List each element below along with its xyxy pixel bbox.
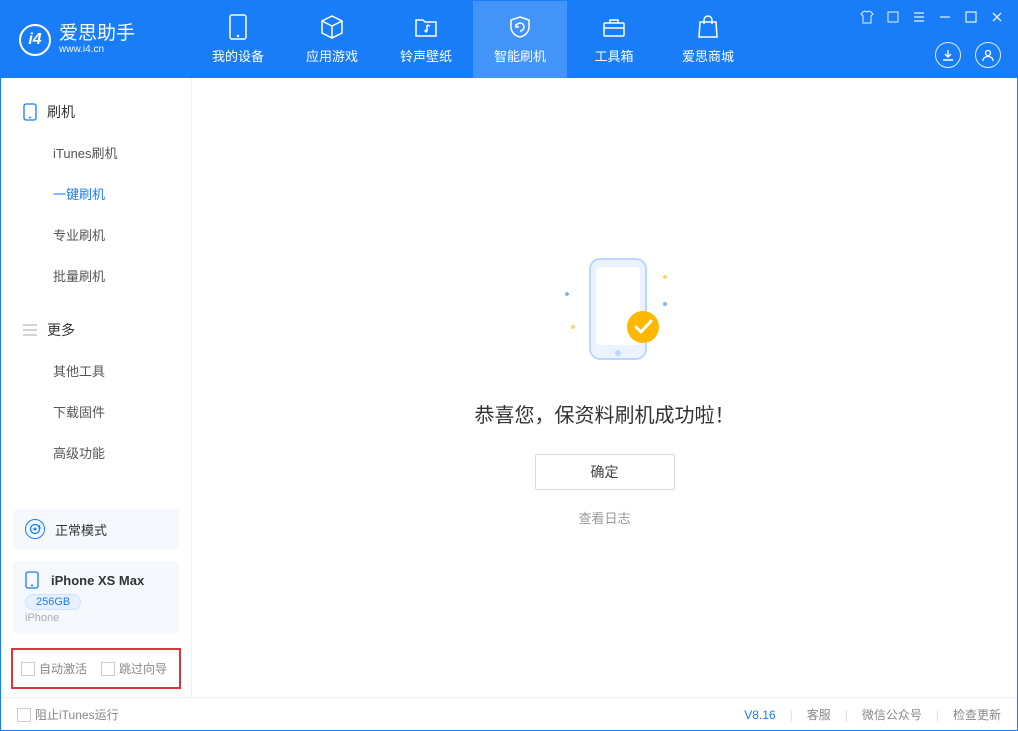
cube-icon [319, 14, 345, 40]
device-box[interactable]: iPhone XS Max 256GB iPhone [13, 561, 179, 634]
sidebar: 刷机 iTunes刷机 一键刷机 专业刷机 批量刷机 更多 其他工具 下载固件 … [1, 78, 192, 697]
toolbox-icon [601, 14, 627, 40]
separator: | [936, 708, 939, 722]
device-storage-badge: 256GB [25, 594, 81, 610]
nav-tabs: 我的设备 应用游戏 铃声壁纸 智能刷机 工具箱 [191, 1, 755, 78]
tab-label: 铃声壁纸 [400, 46, 452, 65]
app-subtitle: www.i4.cn [59, 44, 135, 55]
sidebar-section-head: 刷机 [1, 92, 191, 132]
status-right: V8.16 | 客服 | 微信公众号 | 检查更新 [744, 706, 1001, 723]
bag-icon [695, 14, 721, 40]
checkbox-icon [17, 708, 31, 722]
tab-smart-flash[interactable]: 智能刷机 [473, 1, 567, 78]
sidebar-item-batch-flash[interactable]: 批量刷机 [1, 255, 191, 296]
view-log-link[interactable]: 查看日志 [578, 508, 630, 527]
mode-label: 正常模式 [55, 520, 107, 539]
section-title: 更多 [47, 320, 75, 340]
status-link-support[interactable]: 客服 [807, 706, 831, 723]
device-type: iPhone [25, 612, 167, 624]
checkbox-icon [21, 662, 35, 676]
app-header: i4 爱思助手 www.i4.cn 我的设备 应用游戏 铃声壁纸 [1, 1, 1017, 78]
user-button[interactable] [975, 42, 1001, 68]
rect-icon[interactable] [885, 9, 901, 25]
tab-store[interactable]: 爱思商城 [661, 1, 755, 78]
success-message: 恭喜您，保资料刷机成功啦！ [475, 399, 735, 428]
menu-icon[interactable] [911, 9, 927, 25]
sidebar-section-head: 更多 [1, 310, 191, 350]
main-content: 恭喜您，保资料刷机成功啦！ 确定 查看日志 [192, 78, 1017, 697]
tab-label: 智能刷机 [494, 46, 546, 65]
sidebar-item-itunes-flash[interactable]: iTunes刷机 [1, 132, 191, 173]
sidebar-section-more: 更多 其他工具 下载固件 高级功能 [1, 296, 191, 473]
header-action-buttons [935, 42, 1001, 68]
checkbox-icon [101, 662, 115, 676]
success-illustration [535, 249, 675, 379]
maximize-button[interactable] [963, 9, 979, 25]
checkbox-auto-activate[interactable]: 自动激活 [21, 660, 87, 677]
checkbox-label: 跳过向导 [119, 660, 167, 677]
close-button[interactable] [989, 9, 1005, 25]
download-button[interactable] [935, 42, 961, 68]
mode-box[interactable]: 正常模式 [13, 509, 179, 549]
status-bar: 阻止iTunes运行 V8.16 | 客服 | 微信公众号 | 检查更新 [1, 697, 1017, 731]
device-name: iPhone XS Max [51, 573, 144, 588]
sidebar-item-advanced[interactable]: 高级功能 [1, 432, 191, 473]
sidebar-item-pro-flash[interactable]: 专业刷机 [1, 214, 191, 255]
version-label: V8.16 [744, 708, 775, 722]
ok-button[interactable]: 确定 [535, 454, 675, 490]
device-name-row: iPhone XS Max [25, 571, 167, 589]
checkbox-label: 自动激活 [39, 660, 87, 677]
tab-label: 爱思商城 [682, 46, 734, 65]
separator: | [845, 708, 848, 722]
tab-toolbox[interactable]: 工具箱 [567, 1, 661, 78]
window-controls [859, 9, 1005, 25]
tab-label: 我的设备 [212, 46, 264, 65]
status-link-wechat[interactable]: 微信公众号 [862, 706, 922, 723]
tab-ringtones-wallpapers[interactable]: 铃声壁纸 [379, 1, 473, 78]
sidebar-section-flash: 刷机 iTunes刷机 一键刷机 专业刷机 批量刷机 [1, 78, 191, 296]
tab-apps-games[interactable]: 应用游戏 [285, 1, 379, 78]
tab-my-device[interactable]: 我的设备 [191, 1, 285, 78]
phone-icon [23, 103, 37, 121]
highlighted-options-box: 自动激活 跳过向导 [11, 648, 181, 689]
logo-text: 爱思助手 www.i4.cn [59, 24, 135, 56]
device-icon [225, 14, 251, 40]
sidebar-item-download-firmware[interactable]: 下载固件 [1, 391, 191, 432]
music-folder-icon [413, 14, 439, 40]
logo-icon: i4 [19, 24, 51, 56]
tab-label: 工具箱 [594, 46, 633, 65]
minimize-button[interactable] [937, 9, 953, 25]
mode-icon [25, 519, 45, 539]
sidebar-item-other-tools[interactable]: 其他工具 [1, 350, 191, 391]
app-title: 爱思助手 [59, 24, 135, 45]
sidebar-item-oneclick-flash[interactable]: 一键刷机 [1, 173, 191, 214]
tab-label: 应用游戏 [306, 46, 358, 65]
logo-area: i4 爱思助手 www.i4.cn [1, 24, 191, 56]
list-icon [23, 323, 37, 337]
checkbox-block-itunes[interactable]: 阻止iTunes运行 [17, 706, 119, 723]
tshirt-icon[interactable] [859, 9, 875, 25]
checkbox-label: 阻止iTunes运行 [35, 706, 119, 723]
separator: | [790, 708, 793, 722]
checkbox-skip-guide[interactable]: 跳过向导 [101, 660, 167, 677]
app-body: 刷机 iTunes刷机 一键刷机 专业刷机 批量刷机 更多 其他工具 下载固件 … [1, 78, 1017, 697]
status-link-update[interactable]: 检查更新 [953, 706, 1001, 723]
phone-icon [25, 571, 43, 589]
refresh-shield-icon [507, 14, 533, 40]
section-title: 刷机 [47, 102, 75, 122]
